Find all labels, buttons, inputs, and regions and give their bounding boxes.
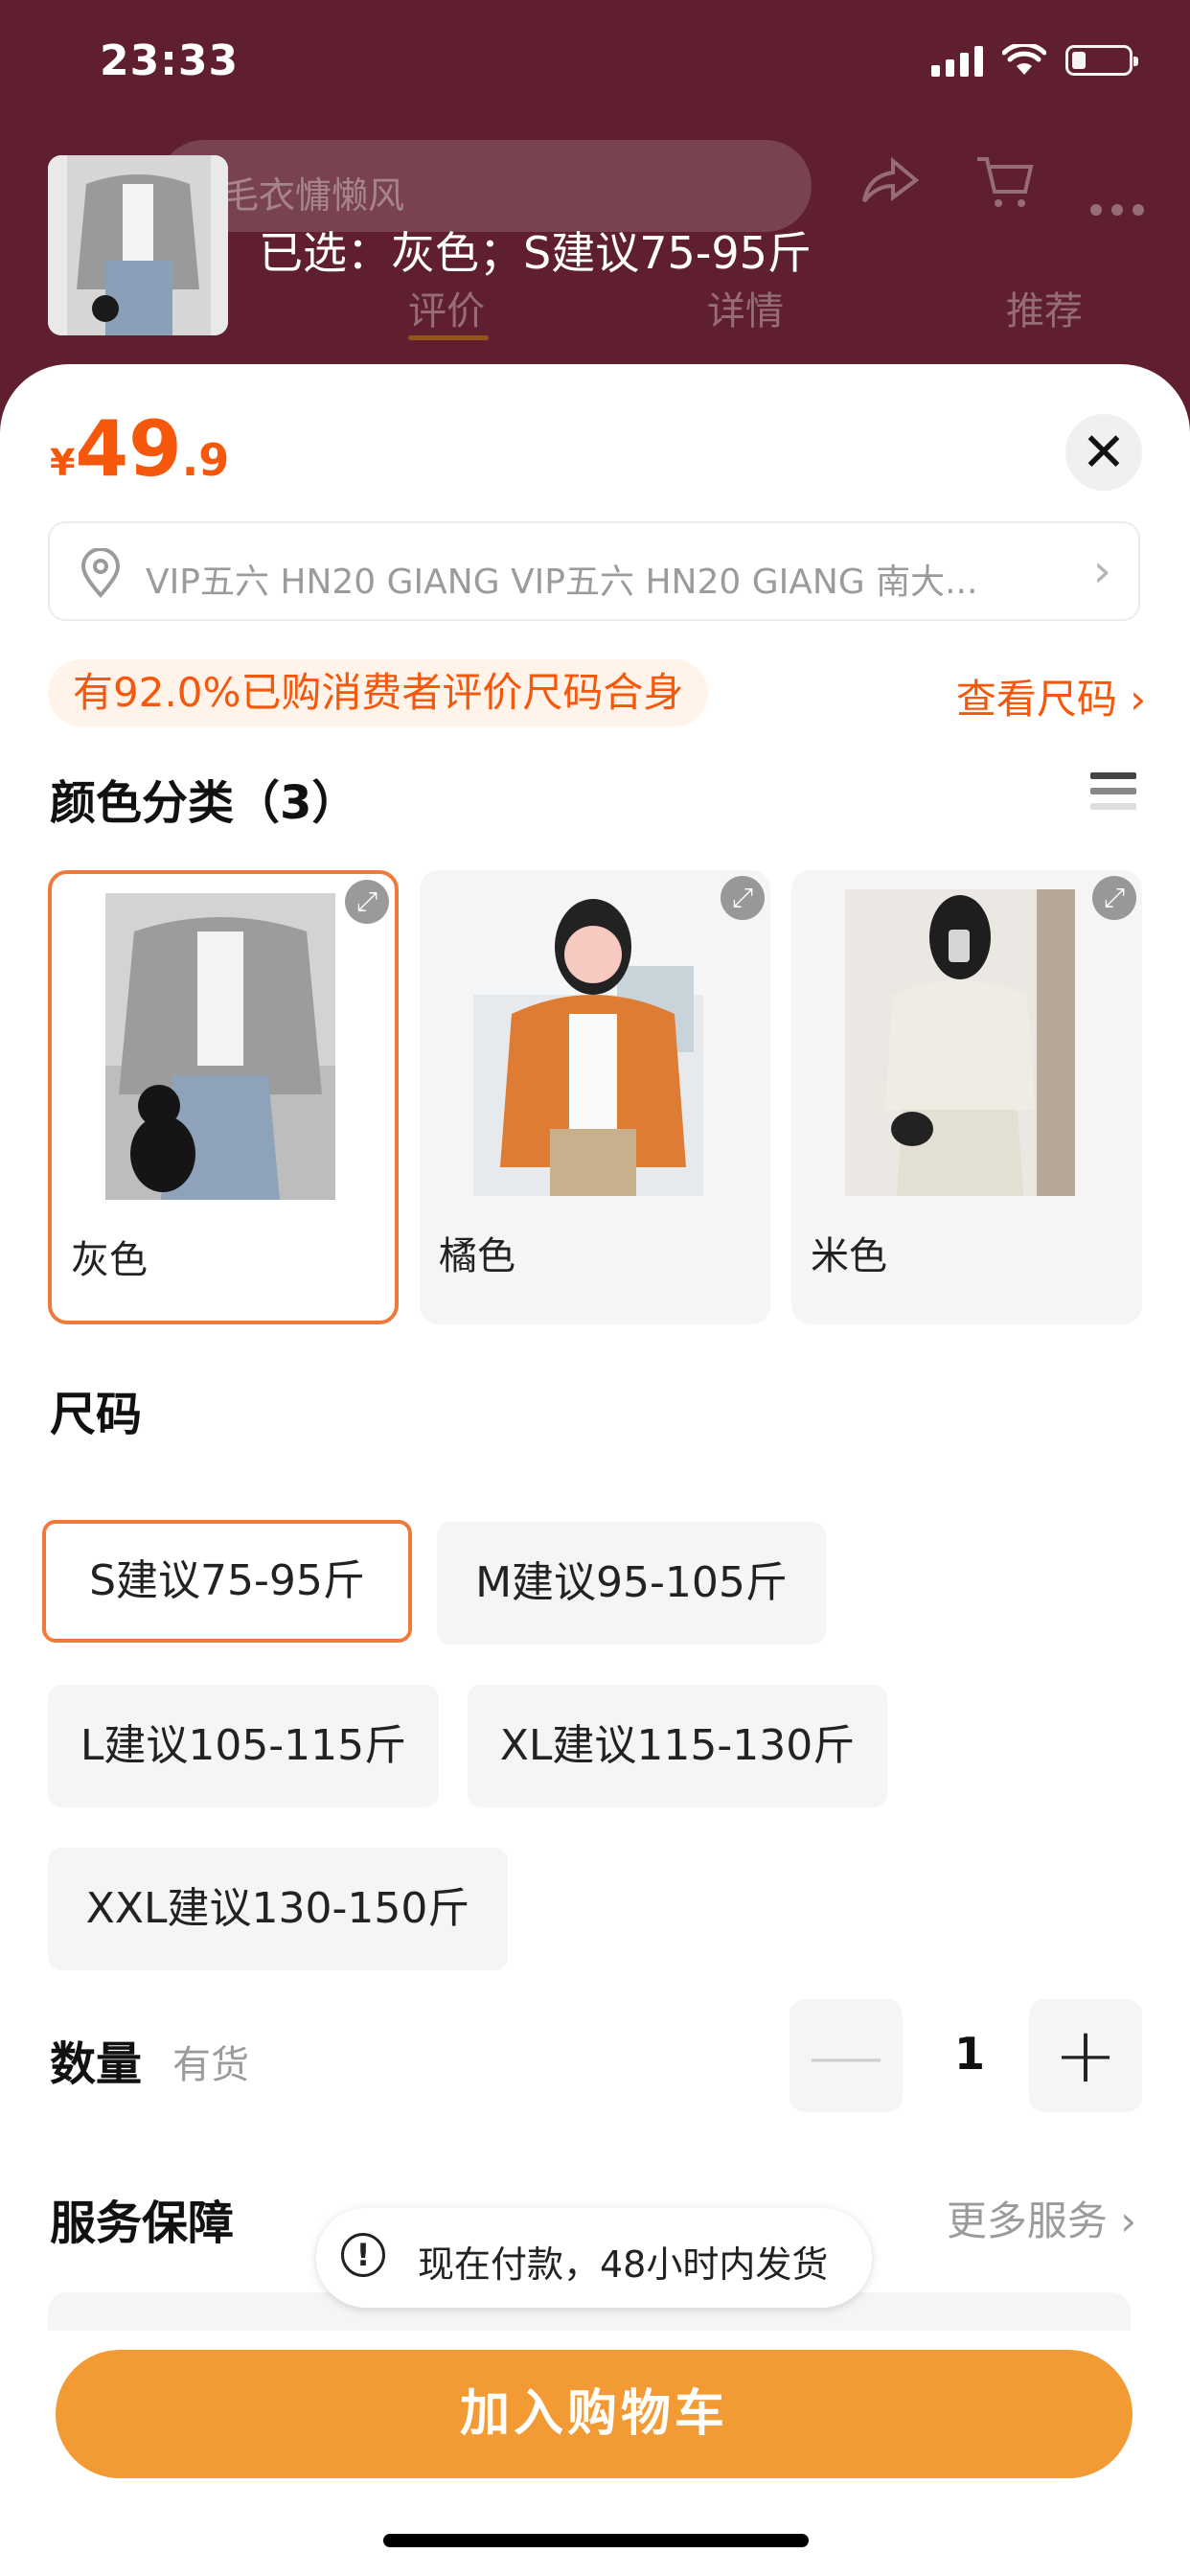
service-title: 服务保障 bbox=[50, 2196, 235, 2250]
price-integer: 49 bbox=[75, 404, 182, 494]
signal-icon bbox=[931, 44, 983, 77]
add-to-cart-button[interactable]: 加入购物车 bbox=[56, 2350, 1133, 2478]
quantity-minus-button[interactable]: — bbox=[790, 1999, 903, 2112]
color-image bbox=[845, 889, 1075, 1196]
color-label: 橘色 bbox=[439, 1234, 515, 1278]
tab-details[interactable]: 详情 bbox=[707, 280, 784, 335]
chevron-right-icon: › bbox=[1130, 676, 1146, 723]
selected-spec: 已选：灰色；S建议75-95斤 bbox=[259, 227, 812, 279]
more-services-link[interactable]: 更多服务 › bbox=[947, 2189, 1136, 2247]
wifi-icon bbox=[1002, 44, 1046, 75]
exclamation-icon: ! bbox=[341, 2233, 385, 2277]
stock-status: 有货 bbox=[172, 2043, 249, 2087]
chevron-right-icon: › bbox=[1092, 544, 1111, 598]
size-fit-badge: 有92.0%已购消费者评价尺码合身 bbox=[48, 659, 709, 726]
color-option-gray[interactable]: ⤢ 灰色 bbox=[48, 870, 399, 1324]
list-view-icon[interactable] bbox=[1090, 772, 1136, 818]
sku-sheet: ¥49.9 ✕ VIP五六 HN20 GIANG VIP五六 HN20 GIAN… bbox=[0, 364, 1190, 2576]
color-image bbox=[473, 889, 703, 1196]
size-option-s[interactable]: S建议75-95斤 bbox=[42, 1520, 412, 1643]
home-indicator bbox=[383, 2534, 809, 2547]
price: ¥49.9 bbox=[50, 404, 229, 494]
size-option-l[interactable]: L建议105-115斤 bbox=[48, 1685, 439, 1807]
toast-text: 现在付款，48小时内发货 bbox=[418, 2243, 829, 2286]
tab-recommend[interactable]: 推荐 bbox=[1006, 280, 1083, 335]
size-option-m[interactable]: M建议95-105斤 bbox=[437, 1522, 826, 1644]
color-option-beige[interactable]: ⤢ 米色 bbox=[791, 870, 1142, 1324]
close-button[interactable]: ✕ bbox=[1065, 414, 1142, 491]
size-section-title: 尺码 bbox=[50, 1388, 143, 1441]
size-option-xl[interactable]: XL建议115-130斤 bbox=[468, 1685, 887, 1807]
price-decimal: .9 bbox=[181, 434, 230, 486]
more-services-label: 更多服务 bbox=[946, 2197, 1108, 2244]
quantity-value[interactable]: 1 bbox=[954, 2028, 985, 2080]
color-label: 灰色 bbox=[71, 1238, 148, 1282]
quantity-label: 数量 bbox=[50, 2037, 143, 2091]
color-section-title: 颜色分类（3） bbox=[50, 776, 358, 830]
close-icon: ✕ bbox=[1081, 421, 1127, 484]
shipping-toast: ! 现在付款，48小时内发货 bbox=[316, 2208, 872, 2308]
chevron-right-icon: › bbox=[1120, 2197, 1136, 2244]
tab-indicator bbox=[408, 335, 489, 340]
expand-icon[interactable]: ⤢ bbox=[345, 880, 389, 924]
status-icons bbox=[931, 44, 1138, 77]
status-time: 23:33 bbox=[100, 36, 240, 85]
expand-icon[interactable]: ⤢ bbox=[721, 876, 765, 920]
search-text: 毛衣慵懒风 bbox=[222, 174, 405, 217]
location-pin-icon bbox=[80, 548, 121, 598]
view-size-chart-link[interactable]: 查看尺码 › bbox=[956, 667, 1146, 725]
price-currency: ¥ bbox=[50, 442, 76, 484]
battery-icon bbox=[1065, 45, 1138, 76]
cart-icon[interactable] bbox=[973, 153, 1035, 224]
share-icon[interactable] bbox=[858, 153, 920, 220]
color-image bbox=[105, 893, 335, 1200]
expand-icon[interactable]: ⤢ bbox=[1092, 876, 1136, 920]
dimmed-header: 23:33 毛衣慵懒风 评价 详情 推荐 已选：灰色；S建议75-95斤 bbox=[0, 0, 1190, 364]
quantity-plus-button[interactable]: + bbox=[1029, 1999, 1142, 2112]
address-selector[interactable]: VIP五六 HN20 GIANG VIP五六 HN20 GIANG 南大... … bbox=[48, 521, 1140, 621]
address-text: VIP五六 HN20 GIANG VIP五六 HN20 GIANG 南大... bbox=[146, 563, 978, 602]
more-icon[interactable] bbox=[1088, 169, 1146, 231]
color-option-orange[interactable]: ⤢ 橘色 bbox=[420, 870, 770, 1324]
color-label: 米色 bbox=[811, 1234, 887, 1278]
size-option-xxl[interactable]: XXL建议130-150斤 bbox=[48, 1848, 508, 1970]
selected-product-thumbnail[interactable] bbox=[48, 155, 228, 335]
tab-reviews[interactable]: 评价 bbox=[408, 280, 485, 335]
size-link-label: 查看尺码 bbox=[955, 676, 1117, 723]
